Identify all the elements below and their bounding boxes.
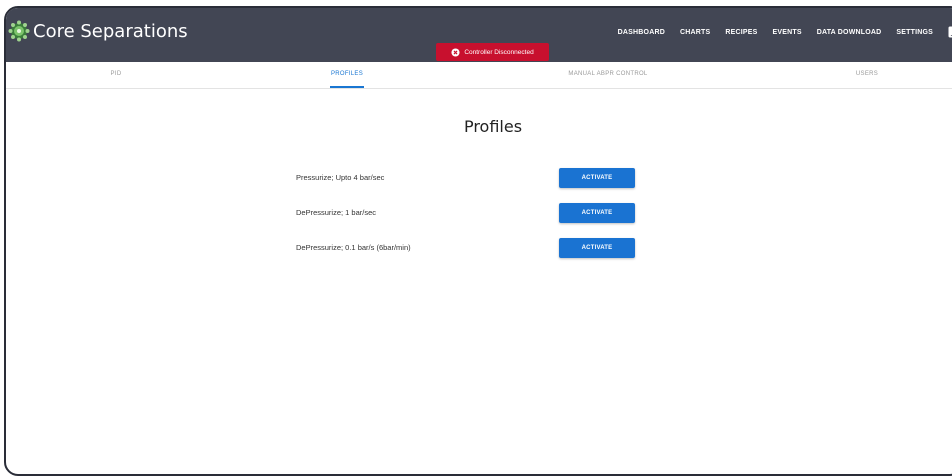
nav-dashboard[interactable]: DASHBOARD — [618, 29, 665, 36]
profile-row: DePressurize; 0.1 bar/s (6bar/min) ACTIV… — [6, 238, 952, 260]
nav-charts[interactable]: CHARTS — [680, 29, 710, 36]
activate-button[interactable]: ACTIVATE — [559, 238, 635, 258]
tab-pid[interactable]: PID — [46, 62, 186, 88]
profile-row: Pressurize; Upto 4 bar/sec ACTIVATE — [6, 168, 952, 190]
tab-profiles[interactable]: PROFILES — [277, 62, 417, 88]
activate-button[interactable]: ACTIVATE — [559, 168, 635, 188]
profile-name: DePressurize; 0.1 bar/s (6bar/min) — [296, 243, 411, 252]
page-title: Profiles — [6, 117, 952, 136]
nav-data-download[interactable]: DATA DOWNLOAD — [817, 29, 882, 36]
top-nav: DASHBOARD CHARTS RECIPES EVENTS DATA DOW… — [618, 22, 952, 42]
nav-settings[interactable]: SETTINGS — [896, 29, 933, 36]
profile-row: DePressurize; 1 bar/sec ACTIVATE — [6, 203, 952, 225]
brand-name: Core Separations — [33, 21, 188, 42]
core-separations-logo-icon — [8, 20, 30, 42]
account-icon[interactable] — [948, 26, 952, 38]
profile-name: Pressurize; Upto 4 bar/sec — [296, 173, 384, 182]
error-icon — [451, 48, 460, 57]
app-window: Core Separations DASHBOARD CHARTS RECIPE… — [4, 6, 952, 476]
brand[interactable]: Core Separations — [8, 18, 188, 44]
tab-users[interactable]: USERS — [797, 62, 937, 88]
active-tab-indicator — [330, 86, 364, 88]
alert-text: Controller Disconnected — [464, 49, 533, 56]
connection-alert: Controller Disconnected — [436, 43, 549, 61]
activate-button[interactable]: ACTIVATE — [559, 203, 635, 223]
nav-events[interactable]: EVENTS — [772, 29, 801, 36]
tab-bar: PID PROFILES MANUAL ABPR CONTROL USERS — [6, 62, 952, 89]
profile-name: DePressurize; 1 bar/sec — [296, 208, 376, 217]
app-bar: Core Separations DASHBOARD CHARTS RECIPE… — [6, 8, 952, 62]
nav-recipes[interactable]: RECIPES — [725, 29, 757, 36]
tab-manual-abpr-control[interactable]: MANUAL ABPR CONTROL — [538, 62, 678, 88]
